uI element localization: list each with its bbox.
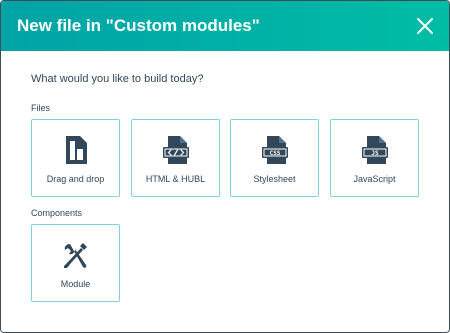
javascript-card[interactable]: JS JavaScript xyxy=(330,119,419,197)
stylesheet-card[interactable]: CSS Stylesheet xyxy=(230,119,319,197)
drag-and-drop-label: Drag and drop xyxy=(46,174,105,184)
dialog-body: What would you like to build today? File… xyxy=(1,51,449,332)
javascript-label: JavaScript xyxy=(353,174,396,184)
js-file-icon: JS xyxy=(361,136,388,164)
close-button[interactable] xyxy=(413,14,437,38)
drag-and-drop-icon xyxy=(65,136,87,164)
tools-icon xyxy=(63,243,87,268)
close-icon xyxy=(417,18,433,34)
stylesheet-label: Stylesheet xyxy=(253,174,296,184)
components-section-label: Components xyxy=(31,208,83,218)
module-card[interactable]: Module xyxy=(31,224,120,302)
html-hubl-label: HTML & HUBL xyxy=(145,174,206,184)
module-label: Module xyxy=(60,279,91,289)
drag-and-drop-card[interactable]: Drag and drop xyxy=(31,119,120,197)
svg-text:CSS: CSS xyxy=(269,150,280,157)
html-file-icon xyxy=(162,136,189,164)
files-section-label: Files xyxy=(31,103,51,113)
dialog-header: New file in "Custom modules" xyxy=(1,1,449,51)
svg-text:JS: JS xyxy=(371,150,379,157)
build-prompt: What would you like to build today? xyxy=(31,73,204,85)
new-file-dialog: New file in "Custom modules" What would … xyxy=(0,0,450,333)
dialog-title: New file in "Custom modules" xyxy=(17,16,260,35)
html-hubl-card[interactable]: HTML & HUBL xyxy=(131,119,220,197)
css-file-icon: CSS xyxy=(261,136,288,164)
